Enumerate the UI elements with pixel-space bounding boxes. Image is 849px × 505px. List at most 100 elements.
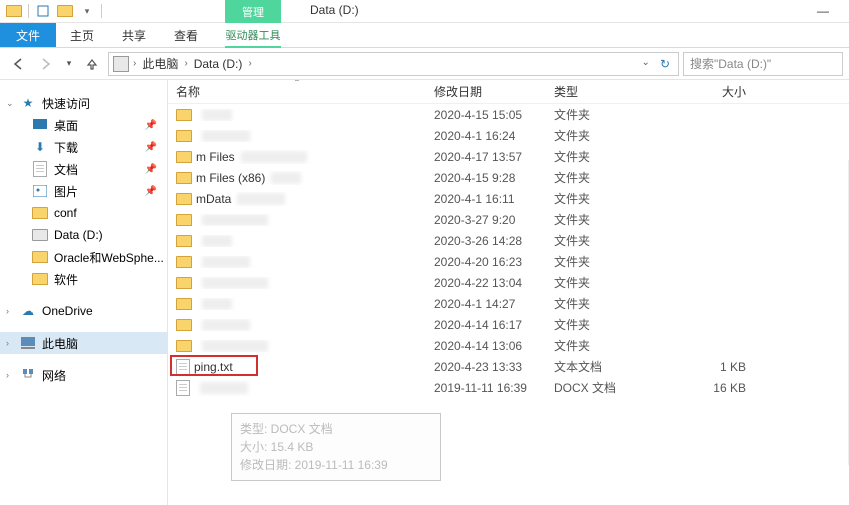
cloud-icon: ☁ [20,303,36,319]
redacted-name [202,256,250,268]
sidebar-item-oracle[interactable]: Oracle和WebSphe... [0,246,167,268]
sidebar-item-documents[interactable]: 文档 📌 [0,158,167,180]
cell-date: 2019-11-11 16:39 [426,381,546,395]
sidebar-item-network[interactable]: › 网络 [0,364,167,386]
file-list: ⌃ 名称 修改日期 类型 大小 2020-4-15 15:05文件夹2020-4… [168,80,849,505]
properties-icon[interactable] [33,1,53,21]
table-row[interactable]: 2019-11-11 16:39DOCX 文档16 KB [168,377,849,398]
table-row[interactable]: 2020-4-15 15:05文件夹 [168,104,849,125]
app-icon [4,1,24,21]
folder-icon [176,151,192,163]
tooltip-type: 类型: DOCX 文档 [240,420,432,438]
redacted-name [202,235,232,247]
col-date[interactable]: 修改日期 [426,80,546,103]
cell-type: 文件夹 [546,148,654,165]
pin-icon: 📌 [145,164,157,175]
cell-name: ping.txt [168,359,426,375]
cell-date: 2020-3-27 9:20 [426,213,546,227]
ribbon: 文件 主页 共享 查看 [0,23,849,48]
table-row[interactable]: 2020-3-26 14:28文件夹 [168,230,849,251]
address-bar[interactable]: › 此电脑 › Data (D:) › ⌄ ↻ [108,52,679,76]
col-size[interactable]: 大小 [654,80,754,103]
folder-icon [176,256,192,268]
cell-date: 2020-4-15 15:05 [426,108,546,122]
table-row[interactable]: 2020-4-22 13:04文件夹 [168,272,849,293]
col-name[interactable]: ⌃ 名称 [168,80,426,103]
sidebar-item-software[interactable]: 软件 [0,268,167,290]
chevron-right-icon: › [6,338,9,348]
picture-icon [32,183,48,199]
table-row[interactable]: 2020-4-14 13:06文件夹 [168,335,849,356]
pc-icon [20,335,36,351]
folder-icon [176,277,192,289]
tab-share[interactable]: 共享 [108,23,160,47]
window-controls: — [809,4,845,18]
table-row[interactable]: mData2020-4-1 16:11文件夹 [168,188,849,209]
col-type[interactable]: 类型 [546,80,654,103]
table-row[interactable]: ping.txt2020-4-23 13:33文本文档1 KB [168,356,849,377]
breadcrumb-sep: › [133,58,136,69]
up-button[interactable] [80,52,104,76]
history-dropdown[interactable]: ▾ [62,52,76,76]
arrow-up-icon [85,57,99,71]
sidebar-item-label: OneDrive [42,304,93,318]
network-icon [20,367,36,383]
folder-icon [176,298,192,310]
table-row[interactable]: 2020-4-1 14:27文件夹 [168,293,849,314]
file-icon [176,359,190,375]
cell-name: m Files [168,150,426,164]
back-button[interactable] [6,52,30,76]
table-row[interactable]: 2020-3-27 9:20文件夹 [168,209,849,230]
forward-button[interactable] [34,52,58,76]
redacted-name [202,130,250,142]
cell-type: 文件夹 [546,295,654,312]
breadcrumb-this-pc[interactable]: 此电脑 [140,55,180,72]
manage-tab[interactable]: 管理 [225,0,281,23]
file-icon [176,380,190,396]
search-input[interactable]: 搜索"Data (D:)" [683,52,843,76]
cell-type: 文件夹 [546,337,654,354]
sidebar-item-onedrive[interactable]: › ☁ OneDrive [0,300,167,322]
sidebar: ⌄ ★ 快速访问 桌面 📌 ⬇ 下载 📌 文档 📌 图片 [0,80,168,505]
tab-home[interactable]: 主页 [56,23,108,47]
sidebar-item-pictures[interactable]: 图片 📌 [0,180,167,202]
table-row[interactable]: 2020-4-14 16:17文件夹 [168,314,849,335]
folder-icon [32,249,48,265]
refresh-icon[interactable]: ↻ [656,57,674,71]
minimize-button[interactable]: — [809,4,837,18]
table-row[interactable]: 2020-4-20 16:23文件夹 [168,251,849,272]
cell-date: 2020-4-15 9:28 [426,171,546,185]
sidebar-item-conf[interactable]: conf [0,202,167,224]
sidebar-item-quick-access[interactable]: ⌄ ★ 快速访问 [0,92,167,114]
cell-type: 文件夹 [546,190,654,207]
search-placeholder: 搜索"Data (D:)" [690,55,771,72]
redacted-name [202,340,268,352]
cell-date: 2020-4-22 13:04 [426,276,546,290]
tab-file[interactable]: 文件 [0,23,56,47]
folder-icon [32,271,48,287]
table-row[interactable]: 2020-4-1 16:24文件夹 [168,125,849,146]
qat-dropdown-icon[interactable]: ▾ [77,1,97,21]
sidebar-item-desktop[interactable]: 桌面 📌 [0,114,167,136]
tab-view[interactable]: 查看 [160,23,212,47]
pin-icon: 📌 [145,186,157,197]
titlebar: ▾ 管理 Data (D:) — [0,0,849,23]
download-icon: ⬇ [32,139,48,155]
tooltip: 类型: DOCX 文档 大小: 15.4 KB 修改日期: 2019-11-11… [231,413,441,481]
table-row[interactable]: m Files (x86)2020-4-15 9:28文件夹 [168,167,849,188]
sidebar-item-data-d[interactable]: Data (D:) [0,224,167,246]
tab-drive-tools[interactable]: 驱动器工具 [225,23,281,48]
table-row[interactable]: m Files2020-4-17 13:57文件夹 [168,146,849,167]
breadcrumb-location[interactable]: Data (D:) [192,57,245,71]
dropdown-icon[interactable]: ⌄ [638,57,654,71]
sidebar-item-label: 网络 [42,367,66,384]
breadcrumb-sep: › [184,58,187,69]
sidebar-item-downloads[interactable]: ⬇ 下载 📌 [0,136,167,158]
sidebar-item-label: Data (D:) [54,228,103,242]
sidebar-item-this-pc[interactable]: › 此电脑 [0,332,167,354]
sidebar-item-label: Oracle和WebSphe... [54,249,164,266]
folder-qat-icon[interactable] [55,1,75,21]
cell-size: 16 KB [654,381,754,395]
folder-icon [176,193,192,205]
cell-type: 文件夹 [546,127,654,144]
